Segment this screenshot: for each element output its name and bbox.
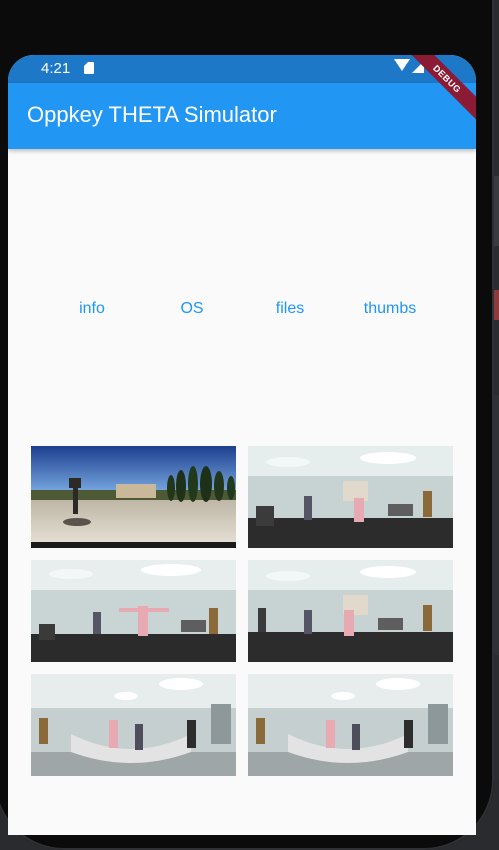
sd-card-icon xyxy=(84,62,94,74)
app-screen: 4:21 Oppkey THETA Simulator DEBUG info O… xyxy=(8,55,476,835)
files-button[interactable]: files xyxy=(250,291,330,327)
thumbnail-image[interactable] xyxy=(248,560,453,662)
thumbs-button[interactable]: thumbs xyxy=(350,291,430,327)
thumbnail-image[interactable] xyxy=(31,674,236,776)
status-time: 4:21 xyxy=(41,60,71,77)
os-button[interactable]: OS xyxy=(152,291,232,327)
button-row: info OS files thumbs xyxy=(8,291,476,327)
wifi-icon xyxy=(394,59,410,71)
info-button[interactable]: info xyxy=(52,291,132,327)
thumbnail-image[interactable] xyxy=(31,560,236,662)
app-bar: Oppkey THETA Simulator xyxy=(8,83,476,149)
thumbnail-image[interactable] xyxy=(31,446,236,548)
thumbnail-image[interactable] xyxy=(248,446,453,548)
app-title: Oppkey THETA Simulator xyxy=(27,102,277,127)
thumbnail-image[interactable] xyxy=(248,674,453,776)
status-bar: 4:21 xyxy=(8,55,476,83)
